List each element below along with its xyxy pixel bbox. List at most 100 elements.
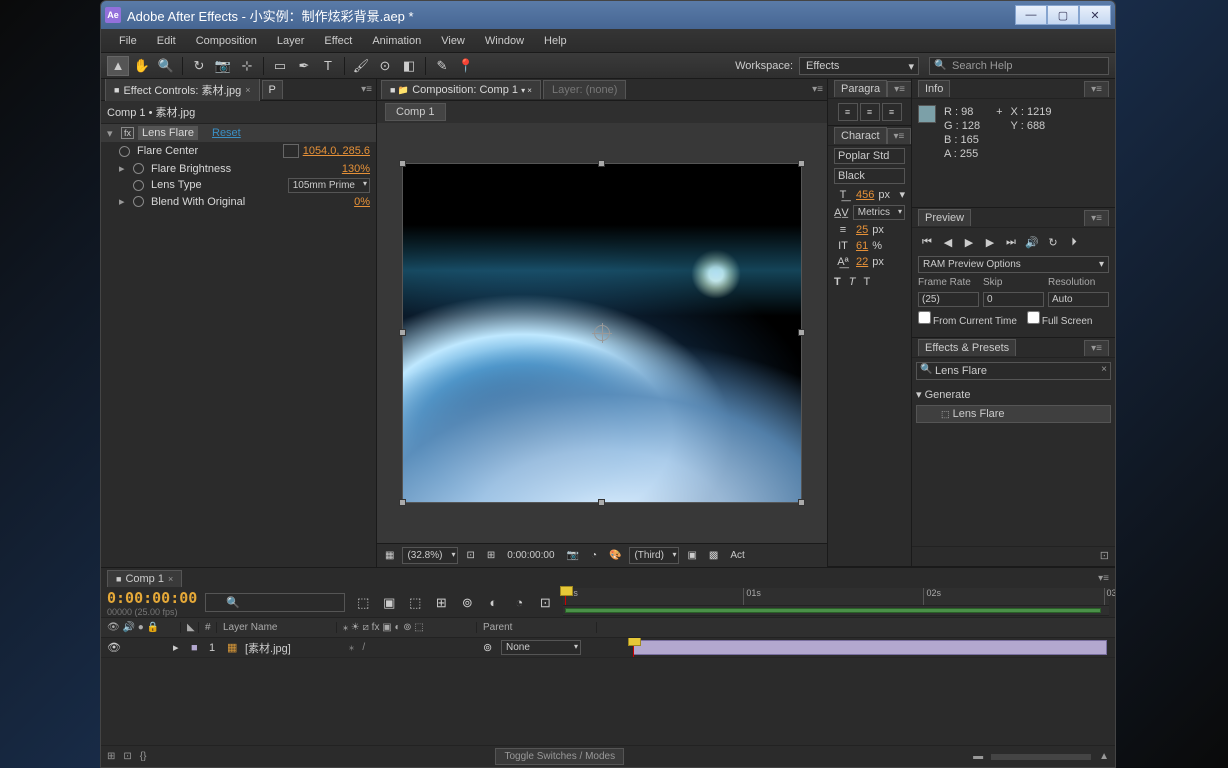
first-frame-button[interactable]: ⏮ xyxy=(918,234,936,250)
panel-options-icon[interactable]: ▾≡ xyxy=(1084,81,1109,97)
preview-tab[interactable]: Preview xyxy=(918,209,971,226)
zoom-dropdown[interactable]: (32.8%) xyxy=(402,547,458,564)
type-tool[interactable]: T xyxy=(317,56,339,76)
effect-name[interactable]: Lens Flare xyxy=(138,126,198,140)
auto-keyframe-icon[interactable]: ◔ xyxy=(509,593,529,613)
transparency-icon[interactable]: ▩ xyxy=(705,548,722,563)
grid-icon[interactable]: ▦ xyxy=(381,548,398,563)
effects-presets-tab[interactable]: Effects & Presets xyxy=(918,339,1016,356)
baseline-value[interactable]: 22 xyxy=(856,256,868,268)
selection-tool[interactable]: ▲ xyxy=(107,56,129,76)
menu-window[interactable]: Window xyxy=(475,31,534,51)
hand-tool[interactable]: ✋ xyxy=(131,56,153,76)
menu-effect[interactable]: Effect xyxy=(314,31,362,51)
rotation-tool[interactable]: ↻ xyxy=(188,56,210,76)
time-ruler[interactable]: 0s 01s 02s 03s xyxy=(563,588,1109,606)
full-res-icon[interactable]: ⊡ xyxy=(462,548,478,563)
last-frame-button[interactable]: ⏭ xyxy=(1002,234,1020,250)
resize-handle[interactable] xyxy=(399,329,406,336)
roto-tool[interactable]: ✎ xyxy=(431,56,453,76)
comp-subtab[interactable]: Comp 1 xyxy=(385,103,446,121)
play-button[interactable]: ▶ xyxy=(960,234,978,250)
brainstorm-icon[interactable]: ◐ xyxy=(483,593,503,613)
menu-composition[interactable]: Composition xyxy=(186,31,267,51)
stopwatch-icon[interactable] xyxy=(133,196,144,207)
snapshot-icon[interactable]: 📷 xyxy=(563,548,583,563)
ram-preview-dropdown[interactable]: RAM Preview Options xyxy=(918,256,1109,273)
audio-button[interactable]: 🔊 xyxy=(1023,234,1041,250)
effect-header-row[interactable]: ▾ fx Lens Flare Reset xyxy=(101,124,376,142)
layer-tab[interactable]: Layer: (none) xyxy=(543,80,626,99)
work-area-bar[interactable] xyxy=(565,608,1101,613)
safe-zones-icon[interactable]: ⊞ xyxy=(483,548,499,563)
layer-duration-bar[interactable] xyxy=(633,640,1107,655)
info-tab[interactable]: Info xyxy=(918,80,950,97)
resize-handle[interactable] xyxy=(399,160,406,167)
resize-handle[interactable] xyxy=(399,499,406,506)
menu-layer[interactable]: Layer xyxy=(267,31,315,51)
stopwatch-icon[interactable] xyxy=(133,163,144,174)
effect-preset-item[interactable]: ⬚ Lens Flare xyxy=(916,405,1111,423)
motion-blur-icon[interactable]: ⊚ xyxy=(457,593,477,613)
parent-pickwhip-icon[interactable]: ⊚ xyxy=(483,641,497,654)
panel-options-icon[interactable]: ▾≡ xyxy=(812,84,823,95)
timeline-search[interactable]: 🔍 xyxy=(205,593,345,612)
resolution-dropdown[interactable]: (Third) xyxy=(629,547,679,564)
blend-value[interactable]: 0% xyxy=(354,196,370,208)
kerning-dropdown[interactable]: Metrics xyxy=(853,205,905,220)
draft-3d-icon[interactable]: ▣ xyxy=(379,593,399,613)
caps-button[interactable]: T xyxy=(863,276,870,288)
eraser-tool[interactable]: ◧ xyxy=(398,56,420,76)
flare-center-value[interactable]: 1054.0, 285.6 xyxy=(303,145,370,157)
comp-mini-flowchart-icon[interactable]: ⬚ xyxy=(353,593,373,613)
loop-button[interactable]: ↻ xyxy=(1044,234,1062,250)
italic-button[interactable]: T xyxy=(849,276,856,288)
resize-handle[interactable] xyxy=(598,160,605,167)
character-tab[interactable]: Charact xyxy=(834,127,887,144)
active-camera-label[interactable]: Act xyxy=(726,548,748,563)
panel-options-icon[interactable]: ▾≡ xyxy=(887,81,912,97)
close-button[interactable]: ✕ xyxy=(1079,5,1111,25)
resize-handle[interactable] xyxy=(798,499,805,506)
panel-options-icon[interactable]: ▾≡ xyxy=(887,128,912,144)
minimize-button[interactable]: — xyxy=(1015,5,1047,25)
shy-icon[interactable]: ⬚ xyxy=(405,593,425,613)
resolution-dropdown[interactable]: Auto xyxy=(1048,292,1109,307)
expand-icon[interactable]: ⊞ xyxy=(107,751,115,762)
effect-controls-tab[interactable]: ■ Effect Controls: 素材.jpg × xyxy=(105,79,260,101)
leading-value[interactable]: 25 xyxy=(856,224,868,236)
clear-search-icon[interactable]: × xyxy=(1101,364,1107,375)
full-screen-checkbox[interactable]: Full Screen xyxy=(1027,311,1093,327)
leading-auto-icon[interactable]: ▾ xyxy=(899,188,905,201)
clone-tool[interactable]: ⊙ xyxy=(374,56,396,76)
fx-badge[interactable]: fx xyxy=(121,127,134,139)
color-mgmt-icon[interactable]: 🎨 xyxy=(605,548,625,563)
resize-handle[interactable] xyxy=(798,329,805,336)
panel-options-icon[interactable]: ▾≡ xyxy=(1084,340,1109,356)
composition-tab[interactable]: ■ 📁 Composition: Comp 1 ▾ × xyxy=(381,80,541,99)
stopwatch-icon[interactable] xyxy=(119,146,130,157)
viewer-time[interactable]: 0:00:00:00 xyxy=(503,548,558,563)
twisty-icon[interactable]: ▸ xyxy=(119,162,129,175)
zoom-in-icon[interactable]: ▲ xyxy=(1099,751,1109,762)
camera-tool[interactable]: 📷 xyxy=(212,56,234,76)
twisty-icon[interactable]: ▸ xyxy=(173,641,187,654)
prev-frame-button[interactable]: ◀ xyxy=(939,234,957,250)
resize-handle[interactable] xyxy=(598,499,605,506)
zoom-slider[interactable] xyxy=(991,754,1091,760)
menu-file[interactable]: File xyxy=(109,31,147,51)
pen-tool[interactable]: ✒ xyxy=(293,56,315,76)
secondary-tab[interactable]: P xyxy=(262,80,283,99)
menu-animation[interactable]: Animation xyxy=(362,31,431,51)
anchor-marker[interactable] xyxy=(594,325,610,341)
paragraph-tab[interactable]: Paragra xyxy=(834,80,887,97)
zoom-out-icon[interactable]: ▬ xyxy=(973,751,983,762)
next-frame-button[interactable]: ▶ xyxy=(981,234,999,250)
font-style-input[interactable] xyxy=(834,168,905,184)
lens-type-dropdown[interactable]: 105mm Prime xyxy=(288,178,370,193)
panel-options-icon[interactable]: ▾≡ xyxy=(1084,210,1109,226)
twisty-icon[interactable]: ▸ xyxy=(119,195,129,208)
menu-view[interactable]: View xyxy=(431,31,475,51)
reset-link[interactable]: Reset xyxy=(212,127,241,139)
panel-options-icon[interactable]: ▾≡ xyxy=(1098,573,1109,584)
